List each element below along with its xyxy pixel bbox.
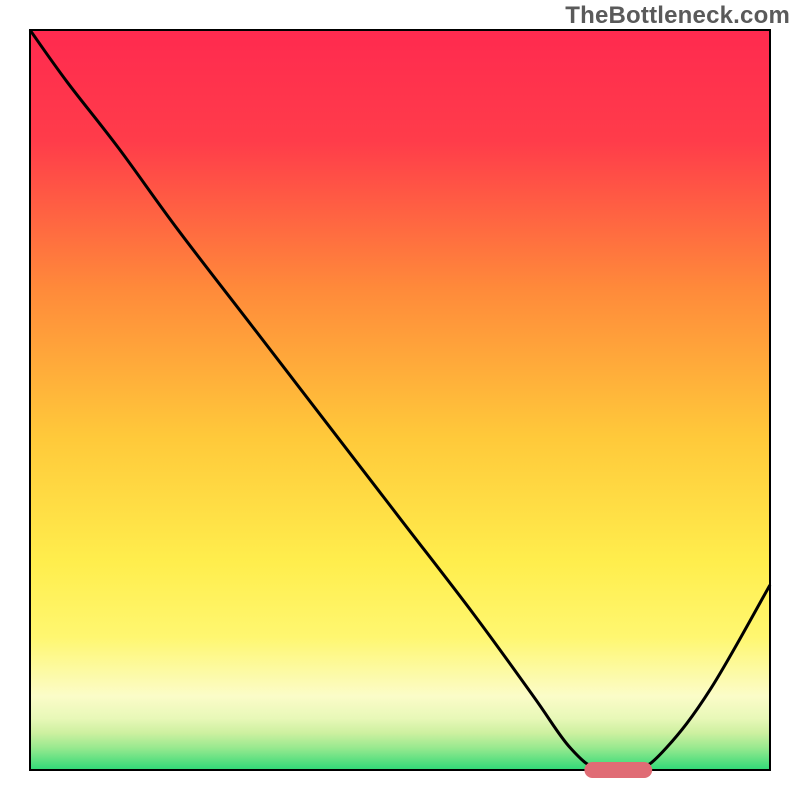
chart-background <box>30 30 770 770</box>
chart-svg <box>0 0 800 800</box>
watermark-text: TheBottleneck.com <box>565 2 790 30</box>
chart-container: TheBottleneck.com <box>0 0 800 800</box>
